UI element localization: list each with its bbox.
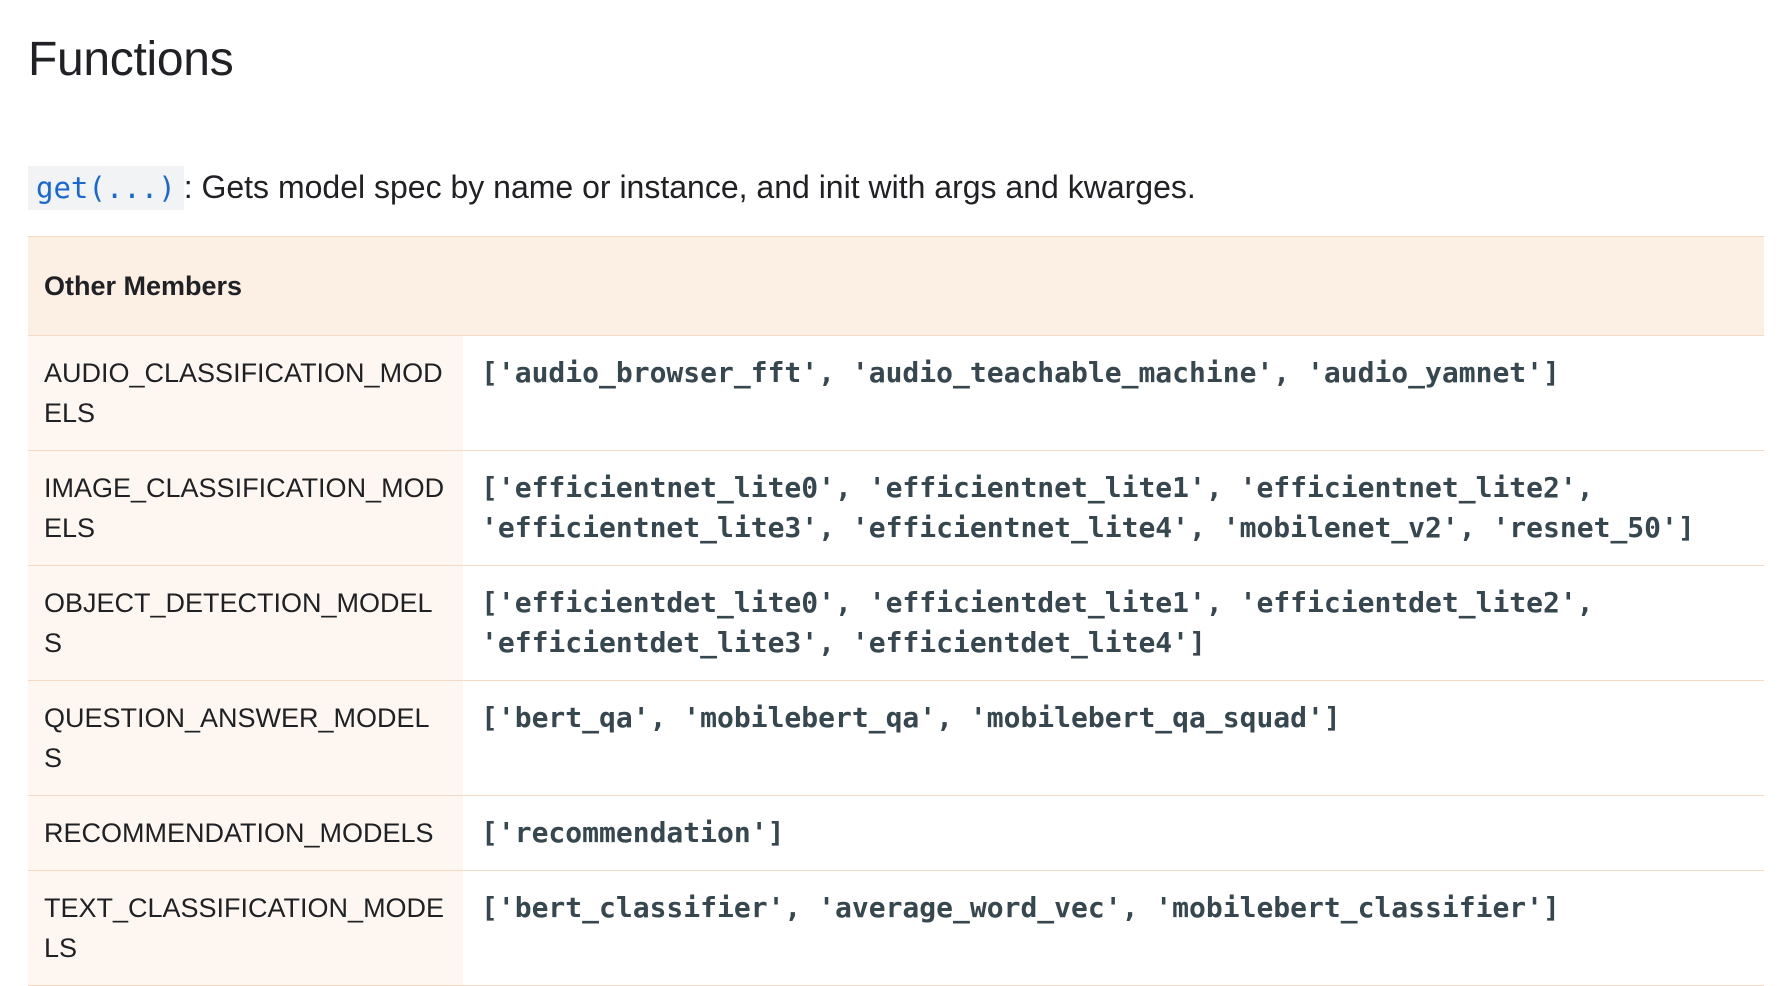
member-value: ['bert_qa', 'mobilebert_qa', 'mobilebert… <box>463 680 1764 796</box>
member-name: IMAGE_CLASSIFICATION_MODELS <box>28 450 463 566</box>
member-name: QUESTION_ANSWER_MODELS <box>28 680 463 796</box>
doc-page: Functions get(...): Gets model spec by n… <box>0 0 1764 986</box>
section-title: Functions <box>28 33 234 86</box>
table-header: Other Members <box>28 236 1764 336</box>
table-row: RECOMMENDATION_MODELS ['recommendation'] <box>28 795 1764 871</box>
member-name: RECOMMENDATION_MODELS <box>28 795 463 871</box>
member-value: ['efficientdet_lite0', 'efficientdet_lit… <box>463 565 1764 681</box>
other-members-table: Other Members AUDIO_CLASSIFICATION_MODEL… <box>28 236 1764 986</box>
table-row: QUESTION_ANSWER_MODELS ['bert_qa', 'mobi… <box>28 680 1764 796</box>
table-header-row: Other Members <box>28 236 1764 336</box>
function-entry: get(...): Gets model spec by name or ins… <box>28 165 1764 210</box>
table-row: IMAGE_CLASSIFICATION_MODELS ['efficientn… <box>28 450 1764 566</box>
table-row: TEXT_CLASSIFICATION_MODELS ['bert_classi… <box>28 870 1764 986</box>
function-get-link[interactable]: get(...) <box>28 166 184 210</box>
member-name: OBJECT_DETECTION_MODELS <box>28 565 463 681</box>
member-name: AUDIO_CLASSIFICATION_MODELS <box>28 335 463 451</box>
member-value: ['recommendation'] <box>463 795 1764 871</box>
member-name: TEXT_CLASSIFICATION_MODELS <box>28 870 463 986</box>
table-row: AUDIO_CLASSIFICATION_MODELS ['audio_brow… <box>28 335 1764 451</box>
member-value: ['audio_browser_fft', 'audio_teachable_m… <box>463 335 1764 451</box>
member-value: ['bert_classifier', 'average_word_vec', … <box>463 870 1764 986</box>
table-row: OBJECT_DETECTION_MODELS ['efficientdet_l… <box>28 565 1764 681</box>
function-description: : Gets model spec by name or instance, a… <box>183 169 1196 205</box>
member-value: ['efficientnet_lite0', 'efficientnet_lit… <box>463 450 1764 566</box>
